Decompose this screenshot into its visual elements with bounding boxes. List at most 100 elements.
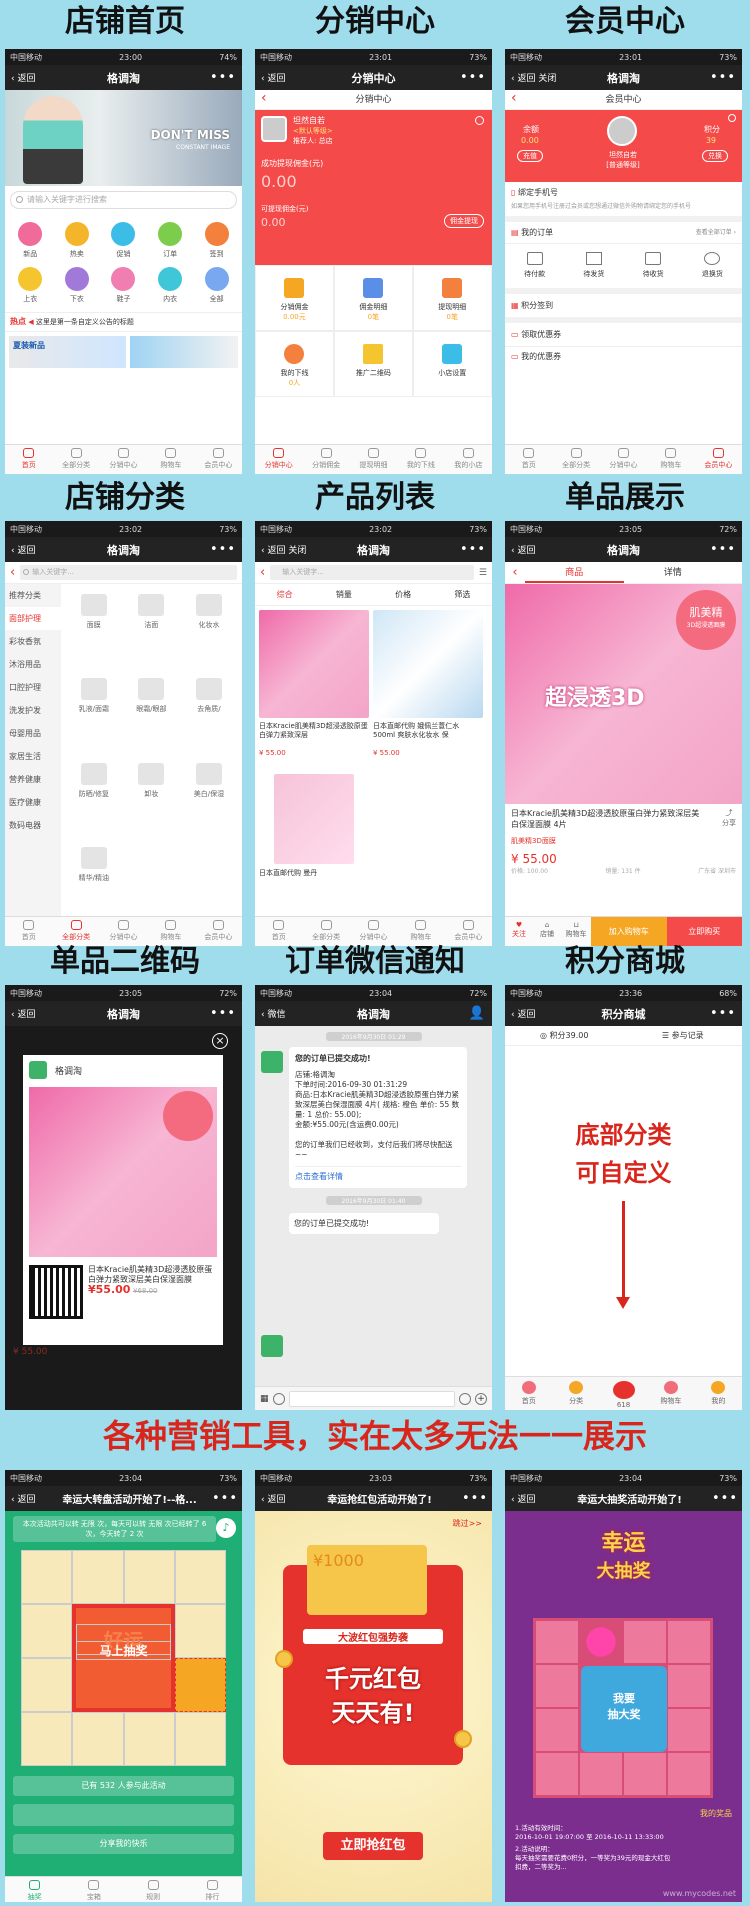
sort-price[interactable]: 价格 xyxy=(374,584,433,605)
profile-icon[interactable]: 👤 xyxy=(438,1006,486,1021)
subcategory-item[interactable]: 去角质/ xyxy=(180,672,238,730)
cell-shop-settings[interactable]: 小店设置 xyxy=(412,331,492,397)
subcategory-item[interactable]: 精华/精油 xyxy=(65,841,123,899)
tab-downline[interactable]: 我的下线 xyxy=(397,445,444,474)
sidebar-item[interactable]: 洗发护发 xyxy=(5,699,61,722)
sidebar-item[interactable]: 营养健康 xyxy=(5,768,61,791)
back-button[interactable]: ‹ 返回 关闭 xyxy=(511,71,559,84)
all-orders-link[interactable]: 查看全部订单 › xyxy=(696,227,736,238)
subcategory-item[interactable]: 眼霜/眼部 xyxy=(123,672,181,730)
product-card[interactable]: 日本Kracie肌美精3D超浸透胶原蛋白弹力紧致深层 ¥ 55.00 xyxy=(259,610,369,770)
voice-icon[interactable] xyxy=(272,1392,285,1405)
sort-default[interactable]: 综合 xyxy=(255,584,314,605)
tab-commission[interactable]: 分销佣金 xyxy=(302,445,349,474)
back-arrow-icon[interactable]: ‹ xyxy=(505,562,525,583)
my-coupons-row[interactable]: ▭ 我的优惠券 xyxy=(505,347,742,366)
icon-underwear[interactable]: 内衣 xyxy=(147,267,194,304)
icon-signin[interactable]: 签到 xyxy=(193,222,240,259)
sidebar-item[interactable]: 母婴用品 xyxy=(5,722,61,745)
cell-downline[interactable]: 我的下线 0人 xyxy=(255,331,334,397)
product-card[interactable]: 日本直邮代购 娥佩兰薏仁水 500ml 爽肤水化妆水 保 ¥ 55.00 xyxy=(373,610,483,770)
skip-button[interactable]: 跳过>> xyxy=(453,1518,482,1529)
orders-row[interactable]: ▤ 我的订单 查看全部订单 › xyxy=(505,222,742,244)
sidebar-item[interactable]: 彩妆香氛 xyxy=(5,630,61,653)
gear-icon[interactable] xyxy=(728,114,736,122)
subcategory-item[interactable]: 卸妆 xyxy=(123,757,181,815)
hero-banner[interactable]: DON'T MISS CONSTANT IMAGE xyxy=(5,90,242,186)
search-input[interactable]: 输入关键字... xyxy=(20,565,237,580)
back-button[interactable]: ‹ 返回 xyxy=(261,1492,297,1505)
sort-filter[interactable]: 筛选 xyxy=(433,584,492,605)
state-to-receive[interactable]: 待收货 xyxy=(624,244,683,288)
more-icon[interactable]: ••• xyxy=(688,542,736,557)
tab-member[interactable]: 会员中心 xyxy=(195,445,242,474)
icon-pants[interactable]: 下衣 xyxy=(54,267,101,304)
tab-cart[interactable]: 购物车 xyxy=(647,1377,694,1410)
tab-distribution[interactable]: 分销中心 xyxy=(100,445,147,474)
sort-sales[interactable]: 销量 xyxy=(314,584,373,605)
cell-commission-detail[interactable]: 佣金明细 0笔 xyxy=(333,265,413,331)
back-button[interactable]: ‹ 返回 xyxy=(11,1492,47,1505)
back-arrow-icon[interactable]: ‹ xyxy=(10,565,15,580)
sidebar-item[interactable]: 口腔护理 xyxy=(5,676,61,699)
tab-my-shop[interactable]: 我的小店 xyxy=(445,445,492,474)
promo-banner-left[interactable]: 夏装新品 xyxy=(9,336,126,368)
tab-home[interactable]: 首页 xyxy=(5,445,52,474)
tab-cart[interactable]: 购物车 xyxy=(647,445,694,474)
back-button[interactable]: ‹ 返回 xyxy=(511,1492,547,1505)
points-sign-row[interactable]: ▦ 积分签到 xyxy=(505,294,742,323)
exchange-button[interactable]: 兑换 xyxy=(702,150,728,162)
product-card[interactable]: 日本直邮代购 曼丹 xyxy=(259,774,369,884)
icon-order[interactable]: 订单 xyxy=(147,222,194,259)
tab-618[interactable]: 618 xyxy=(600,1377,647,1410)
tab-dist-center[interactable]: 分销中心 xyxy=(255,445,302,474)
subcategory-item[interactable]: 洁面 xyxy=(123,588,181,646)
share-button[interactable]: 分享我的快乐 xyxy=(13,1834,234,1854)
tab-home[interactable]: 首页 xyxy=(505,445,552,474)
sidebar-item[interactable]: 数码电器 xyxy=(5,814,61,837)
records-link[interactable]: ☰ 参与记录 xyxy=(624,1026,743,1045)
music-icon[interactable]: ♪ xyxy=(216,1518,236,1538)
icon-new[interactable]: 新品 xyxy=(7,222,54,259)
tab-home[interactable]: 首页 xyxy=(505,1377,552,1410)
tab-cart[interactable]: 购物车 xyxy=(147,445,194,474)
more-icon[interactable]: ••• xyxy=(188,1006,236,1021)
withdraw-button[interactable]: 佣金提现 xyxy=(444,214,484,228)
grab-red-packet-button[interactable]: 立即抢红包 xyxy=(323,1832,423,1860)
notice-bar[interactable]: 热点 ◀ 这里是第一条自定义公告的标题 xyxy=(5,312,242,332)
emoji-icon[interactable] xyxy=(459,1392,471,1405)
subcategory-item[interactable]: 防晒/修复 xyxy=(65,757,123,815)
sidebar-item-active[interactable]: 面部护理 xyxy=(5,607,61,630)
icon-hot[interactable]: 热卖 xyxy=(54,222,101,259)
back-button[interactable]: ‹ 返回 xyxy=(511,543,559,556)
promo-banner-right[interactable] xyxy=(129,336,238,368)
more-icon[interactable]: ••• xyxy=(688,1006,736,1021)
tab-distribution[interactable]: 分销中心 xyxy=(600,445,647,474)
more-icon[interactable]: ••• xyxy=(438,70,486,85)
search-bar[interactable]: 请输入关键字进行搜索 xyxy=(10,191,237,209)
state-return[interactable]: 退换货 xyxy=(683,244,742,288)
my-prize-link[interactable]: 我的奖品 xyxy=(700,1808,732,1819)
more-icon[interactable]: ••• xyxy=(438,542,486,557)
tab-category[interactable]: 分类 xyxy=(552,1377,599,1410)
subcategory-item[interactable]: 乳液/面霜 xyxy=(65,672,123,730)
back-button[interactable]: ‹ 返回 xyxy=(11,71,59,84)
sidebar-item[interactable]: 家居生活 xyxy=(5,745,61,768)
icon-shoes[interactable]: 鞋子 xyxy=(100,267,147,304)
coupons-row[interactable]: ▭ 领取优惠券 xyxy=(505,323,742,347)
tab-treasure[interactable]: 宝箱 xyxy=(64,1877,123,1902)
cell-withdraw-detail[interactable]: 提现明细 0笔 xyxy=(412,265,492,331)
tab-details[interactable]: 详情 xyxy=(624,562,723,583)
share-button[interactable]: ⤴ 分享 xyxy=(722,808,736,828)
gear-icon[interactable] xyxy=(475,116,484,125)
tab-withdraw[interactable]: 提现明细 xyxy=(350,445,397,474)
subcategory-item[interactable]: 化妆水 xyxy=(180,588,238,646)
back-button[interactable]: ‹ 返回 关闭 xyxy=(261,543,309,556)
sidebar-item[interactable]: 沐浴用品 xyxy=(5,653,61,676)
tab-goods[interactable]: 商品 xyxy=(525,562,624,583)
sidebar-item[interactable]: 医疗健康 xyxy=(5,791,61,814)
back-button[interactable]: ‹ 返回 xyxy=(11,1007,59,1020)
list-view-icon[interactable]: ☰ xyxy=(479,568,487,578)
subcategory-item[interactable]: 美白/保湿 xyxy=(180,757,238,815)
more-icon[interactable]: ••• xyxy=(188,70,236,85)
